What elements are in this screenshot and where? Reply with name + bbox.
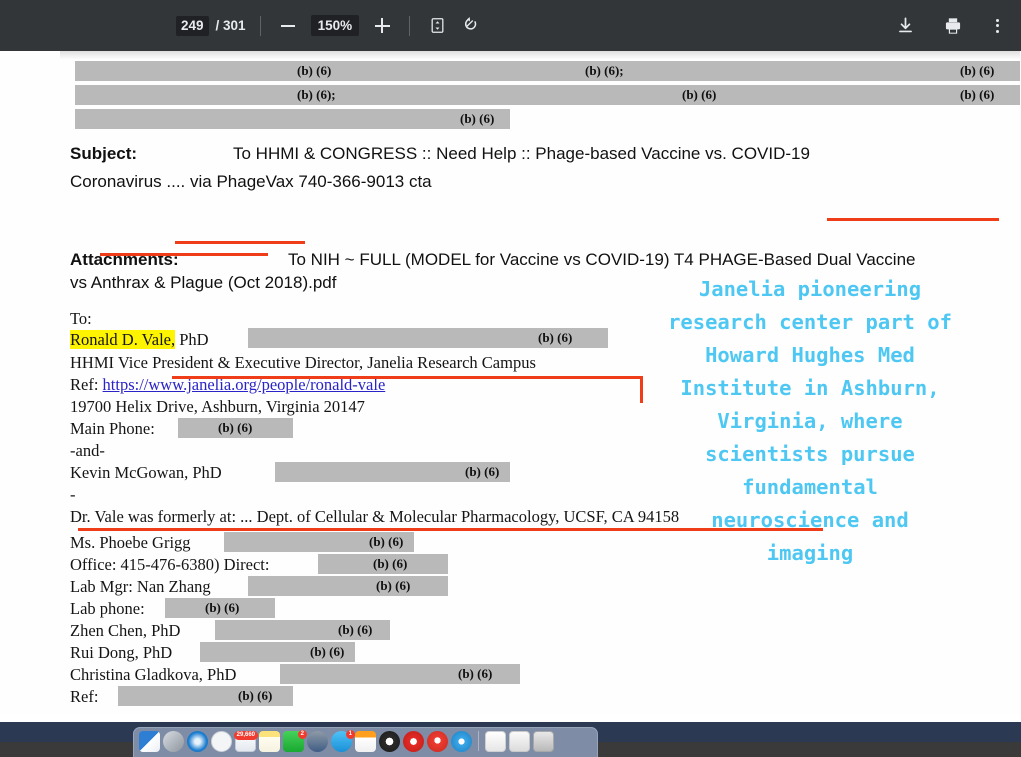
formerly-at-line: Dr. Vale was formerly at: ... Dept. of C… xyxy=(70,507,680,526)
recipient-degree: PhD xyxy=(175,330,209,349)
redaction-label: (b) (6) xyxy=(205,600,240,615)
ref-label: Ref: xyxy=(70,375,103,394)
subject-value-line2: Coronavirus .... via PhageVax 740-366-90… xyxy=(70,172,432,192)
redaction-bar: (b) (6) xyxy=(248,328,608,348)
more-options-button[interactable] xyxy=(980,9,1014,43)
zoom-level-display[interactable]: 150% xyxy=(310,15,360,36)
toolbar-right-controls xyxy=(888,0,1021,51)
contact2-name: Kevin McGowan, PhD xyxy=(70,463,222,482)
main-phone-label: Main Phone: xyxy=(70,419,155,438)
and-separator: -and- xyxy=(70,441,105,460)
subject-label: Subject: xyxy=(70,144,138,163)
recipient-name-highlighted: Ronald D. Vale, xyxy=(70,330,176,349)
lab-manager-line: Lab Mgr: Nan Zhang xyxy=(70,577,211,596)
redaction-label: (b) (6) xyxy=(465,464,500,479)
markup-underline-anthrax xyxy=(100,253,268,256)
print-button[interactable] xyxy=(936,9,970,43)
markup-underline-dualvaccine xyxy=(827,218,999,221)
fit-page-icon xyxy=(431,18,444,33)
recipient-line: Ronald D. Vale, PhD xyxy=(70,330,209,350)
three-dots-icon xyxy=(995,18,999,33)
redaction-label: (b) (6) xyxy=(460,111,495,126)
zoom-out-button[interactable] xyxy=(275,13,301,39)
redaction-label: (b) (6) xyxy=(376,578,411,593)
download-icon xyxy=(898,17,912,33)
redaction-label: (b) (6) xyxy=(682,87,717,102)
redaction-bar: (b) (6) xyxy=(75,109,510,129)
attachments-line1-b: Based Dual Vaccine xyxy=(763,250,916,269)
scan-artifact-strip xyxy=(60,51,1020,59)
subject-value-line1: To HHMI & CONGRESS :: Need Help :: Phage… xyxy=(233,144,810,163)
attachments-line1-a: To NIH ~ FULL (MODEL for Vaccine vs COVI… xyxy=(288,250,764,269)
markup-underline-campus xyxy=(172,376,642,379)
redaction-label: (b) (6) xyxy=(960,63,995,78)
minus-icon xyxy=(280,24,295,27)
subject-line2-phagevax: PhageVax 740-366-9013 xyxy=(216,172,405,191)
fit-to-page-button[interactable] xyxy=(424,13,450,39)
plus-icon xyxy=(374,18,390,33)
macos-dock[interactable]: 29,660 2 1 xyxy=(133,727,598,757)
subject-line2-suffix: cta xyxy=(404,172,432,191)
markup-underline-phagevax xyxy=(175,241,305,244)
download-button[interactable] xyxy=(888,9,922,43)
zoom-in-button[interactable] xyxy=(369,13,395,39)
rotate-icon xyxy=(464,17,476,30)
redaction-bar: (b) (6) xyxy=(200,642,355,662)
redaction-label: (b) (6) xyxy=(218,420,253,435)
cyan-annotation-note: Janelia pioneering research center part … xyxy=(668,277,952,565)
redaction-label: (b) (6) xyxy=(960,87,995,102)
to-label: To: xyxy=(70,309,92,328)
redaction-bar: (b) (6) xyxy=(224,532,414,552)
toolbar-divider-1 xyxy=(259,15,261,36)
redaction-label: (b) (6) xyxy=(338,622,373,637)
redaction-bar: (b) (6) xyxy=(165,598,275,618)
attachments-value-line1: To NIH ~ FULL (MODEL for Vaccine vs COVI… xyxy=(288,250,916,270)
ref2-label: Ref: xyxy=(70,687,99,706)
contact4-name: Zhen Chen, PhD xyxy=(70,621,181,640)
attachments-line2-b: (Oct 2018).pdf xyxy=(223,273,337,292)
redaction-label: (b) (6) xyxy=(297,63,332,78)
recipient-title: HHMI Vice President & Executive Director… xyxy=(70,353,536,372)
address-line: 19700 Helix Drive, Ashburn, Virginia 201… xyxy=(70,397,365,416)
redaction-bar: (b) (6) (b) (6); (b) (6) xyxy=(75,61,1020,81)
pdf-page-canvas: (b) (6) (b) (6); (b) (6) (b) (6); (b) (6… xyxy=(0,51,1021,714)
redaction-bar: (b) (6) xyxy=(275,462,510,482)
redaction-label: (b) (6) xyxy=(458,666,493,681)
mail-unread-badge: 29,660 xyxy=(233,731,258,740)
contact6-name: Christina Gladkova, PhD xyxy=(70,665,237,684)
subject-line2-prefix: Coronavirus .... via xyxy=(70,172,217,191)
redaction-bar: (b) (6) xyxy=(178,418,293,438)
messages-unread-badge: 2 xyxy=(297,730,307,739)
lab-phone-label: Lab phone: xyxy=(70,599,145,618)
attachments-value-line2: vs Anthrax & Plague (Oct 2018).pdf xyxy=(70,273,336,293)
redaction-label: (b) (6) xyxy=(369,534,404,549)
dock-divider xyxy=(478,731,479,751)
redaction-label: (b) (6); xyxy=(585,63,624,78)
redaction-bar: (b) (6) xyxy=(118,686,293,706)
rotate-button[interactable] xyxy=(458,13,484,39)
redaction-bar: (b) (6) xyxy=(215,620,390,640)
contact5-name: Rui Dong, PhD xyxy=(70,643,173,662)
redaction-label: (b) (6) xyxy=(373,556,408,571)
attachments-line2-a: vs Anthrax & Plague xyxy=(70,273,224,292)
contact3-name: Ms. Phoebe Grigg xyxy=(70,533,191,552)
redaction-bar: (b) (6) xyxy=(318,554,448,574)
facetime-badge: 1 xyxy=(345,730,355,739)
redaction-label: (b) (6) xyxy=(238,688,273,703)
redaction-label: (b) (6); xyxy=(297,87,336,102)
redaction-bar: (b) (6); (b) (6) (b) (6) xyxy=(75,85,1020,105)
print-icon xyxy=(945,17,961,34)
redaction-bar: (b) (6) xyxy=(248,576,448,596)
toolbar-divider-2 xyxy=(409,15,411,36)
redaction-label: (b) (6) xyxy=(310,644,345,659)
dash-separator: - xyxy=(70,485,76,504)
office-line: Office: 415-476-6380) Direct: xyxy=(70,555,270,574)
page-number-input[interactable]: 249 xyxy=(176,15,209,36)
pdf-toolbar: 249 / 301 150% xyxy=(0,0,1021,51)
redaction-bar: (b) (6) xyxy=(280,664,520,684)
pdf-page-viewport[interactable]: (b) (6) (b) (6); (b) (6) (b) (6); (b) (6… xyxy=(0,51,1021,714)
redaction-label: (b) (6) xyxy=(538,330,573,345)
toolbar-center-controls: 249 / 301 150% xyxy=(176,0,484,51)
page-total-label: / 301 xyxy=(215,18,246,33)
